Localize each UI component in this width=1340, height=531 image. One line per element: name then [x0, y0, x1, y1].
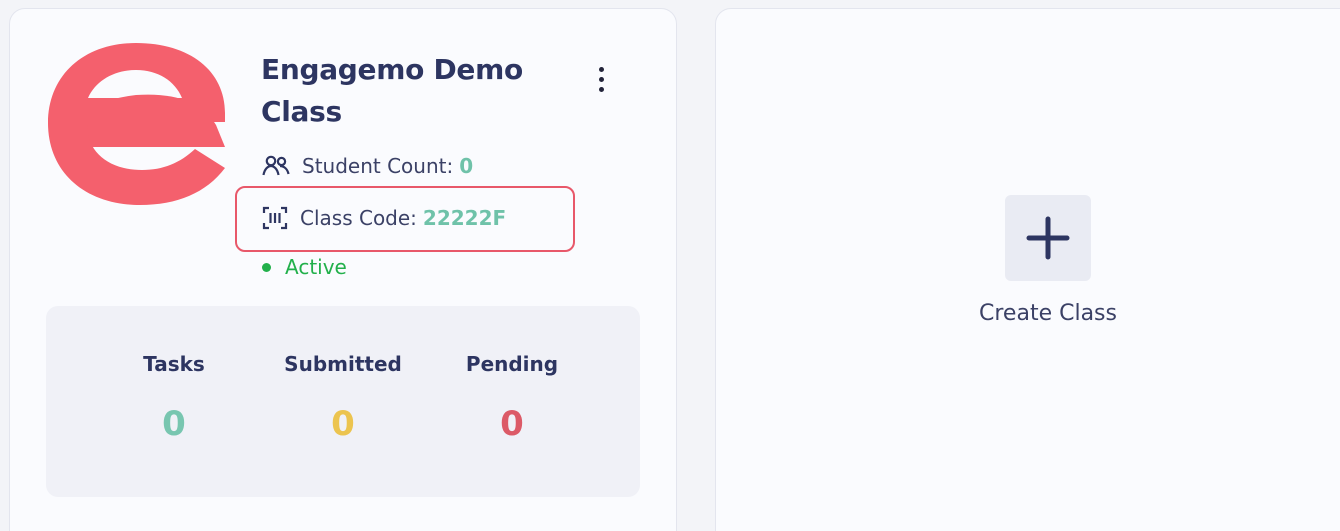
status-label: Active — [285, 255, 347, 279]
pending-label: Pending — [465, 352, 559, 376]
pending-value: 0 — [500, 404, 524, 444]
create-class-card[interactable]: Create Class — [715, 8, 1340, 531]
submitted-label: Submitted — [284, 352, 402, 376]
class-dashboard: Engagemo Demo Class Student Count: 0 Cla… — [0, 0, 1340, 531]
submitted-value: 0 — [331, 404, 355, 444]
vertical-dots-icon — [598, 66, 604, 72]
barcode-scan-icon — [262, 206, 288, 230]
create-class-button[interactable] — [1005, 195, 1091, 281]
engagemo-logo — [48, 43, 225, 205]
student-count-value: 0 — [459, 154, 474, 178]
task-stats-panel: Tasks 0 Submitted 0 Pending 0 — [46, 306, 640, 497]
create-class-label[interactable]: Create Class — [898, 301, 1198, 326]
status-badge: Active — [262, 253, 347, 281]
plus-icon — [1026, 216, 1070, 260]
class-code-row: Class Code: 22222F — [262, 203, 506, 233]
tasks-value: 0 — [162, 404, 186, 444]
student-count-row: Student Count: 0 — [262, 151, 473, 181]
tasks-label: Tasks — [143, 352, 205, 376]
more-options-button[interactable] — [590, 61, 612, 97]
class-card[interactable]: Engagemo Demo Class Student Count: 0 Cla… — [9, 8, 677, 531]
users-icon — [262, 155, 290, 176]
class-code-value[interactable]: 22222F — [423, 206, 506, 230]
status-dot — [262, 262, 271, 272]
student-count-label: Student Count: — [302, 154, 454, 178]
class-code-label: Class Code: — [300, 206, 417, 230]
class-title: Engagemo Demo Class — [261, 53, 523, 128]
